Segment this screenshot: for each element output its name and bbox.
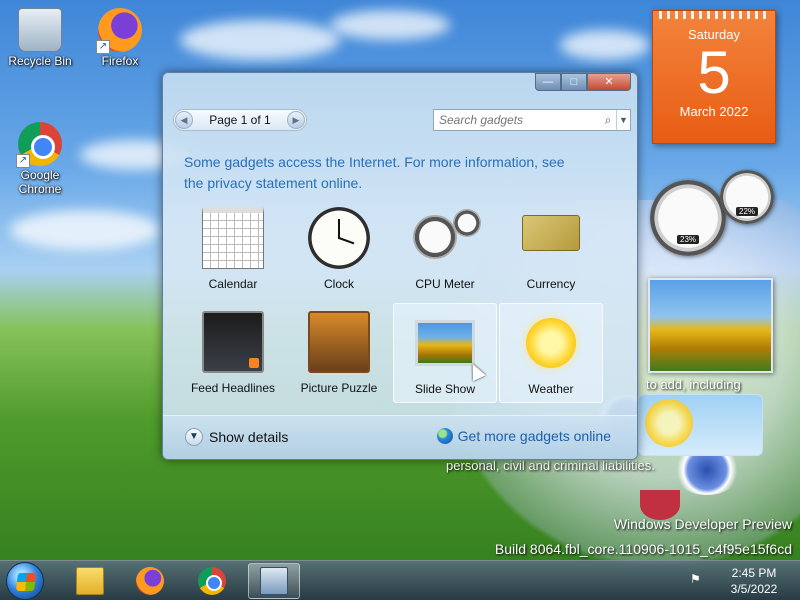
calendar-day-number: 5	[697, 39, 731, 106]
cloud	[330, 10, 450, 40]
gallery-footer: ▼ Show details Get more gadgets online	[163, 415, 637, 459]
action-center-flag-icon[interactable]: ⚑	[690, 572, 704, 586]
desktop-icon-google-chrome[interactable]: ↗ Google Chrome	[2, 122, 78, 196]
cpu-meter-gadget-icon	[413, 215, 457, 259]
gadget-tile-cpu-meter[interactable]: CPU Meter	[393, 199, 497, 299]
get-more-gadgets-link[interactable]: Get more gadgets online	[436, 428, 611, 444]
memory-percent: 22%	[735, 207, 759, 216]
weather-gadget-icon	[526, 318, 576, 368]
calendar-gadget-icon	[202, 207, 264, 269]
search-icon[interactable]: ⌕	[600, 113, 616, 128]
build-watermark-build: Build 8064.fbl_core.110906-1015_c4f95e15…	[494, 541, 792, 557]
gadget-gallery-window: — □ ✕ ◀ Page 1 of 1 ▶ ⌕ ▼ Some gadgets a…	[162, 72, 638, 460]
folder-icon	[76, 567, 104, 595]
recycle-bin-icon	[18, 8, 62, 52]
taskbar	[0, 560, 800, 600]
search-box: ⌕ ▼	[433, 109, 631, 131]
chevron-right-icon[interactable]: ▶	[286, 111, 305, 129]
maximize-button[interactable]: □	[561, 73, 587, 91]
get-more-gadgets-label: Get more gadgets online	[457, 428, 611, 444]
gadget-label: Currency	[526, 277, 576, 291]
gadget-tile-currency[interactable]: Currency	[499, 199, 603, 299]
wallpaper-text: to add, including	[646, 377, 741, 392]
currency-gadget-icon	[522, 215, 580, 251]
clock-time: 2:45 PM	[731, 566, 777, 580]
gadget-label: Weather	[528, 382, 574, 396]
taskbar-item-explorer[interactable]	[64, 563, 116, 599]
privacy-notice-link[interactable]: the privacy statement online.	[184, 173, 614, 194]
chevron-down-icon: ▼	[185, 428, 203, 446]
gadget-tile-slide-show[interactable]: Slide Show	[393, 303, 497, 403]
clock-gadget-icon	[308, 207, 370, 269]
sun-icon	[645, 399, 693, 447]
shortcut-arrow-icon: ↗	[96, 40, 110, 54]
show-details-label: Show details	[209, 429, 289, 445]
picture-puzzle-gadget-icon	[308, 311, 370, 373]
cpu-percent: 23%	[676, 235, 700, 244]
memory-dial: 22%	[720, 170, 774, 224]
shortcut-arrow-icon: ↗	[16, 154, 30, 168]
page-indicator: Page 1 of 1	[209, 113, 271, 127]
gadget-label: Calendar	[208, 277, 258, 291]
page-navigator: ◀ Page 1 of 1 ▶	[173, 109, 307, 131]
gadget-tile-picture-puzzle[interactable]: Picture Puzzle	[287, 303, 391, 403]
firefox-icon	[136, 567, 164, 595]
gadget-label: Clock	[323, 277, 354, 291]
desktop-icon-recycle-bin[interactable]: Recycle Bin	[2, 8, 78, 68]
chrome-icon	[198, 567, 226, 595]
gadget-label: CPU Meter	[415, 277, 475, 291]
privacy-notice-line[interactable]: Some gadgets access the Internet. For mo…	[184, 152, 614, 173]
calendar-month-year: March 2022	[679, 104, 749, 119]
close-button[interactable]: ✕	[587, 73, 631, 91]
taskbar-clock[interactable]: 2:45 PM 3/5/2022	[714, 565, 794, 597]
desktop-icon-label: Recycle Bin	[8, 54, 72, 68]
gadget-tile-clock[interactable]: Clock	[287, 199, 391, 299]
desktop-icon-firefox[interactable]: ↗ Firefox	[82, 8, 158, 68]
cloud	[560, 30, 650, 60]
gadget-label: Feed Headlines	[190, 381, 276, 395]
chevron-down-icon[interactable]: ▼	[616, 110, 630, 130]
cpu-dial: 23%	[650, 180, 726, 256]
privacy-notice: Some gadgets access the Internet. For mo…	[184, 152, 614, 194]
taskbar-item-gadgets[interactable]	[248, 563, 300, 599]
feed-headlines-gadget-icon	[202, 311, 264, 373]
globe-icon	[436, 428, 453, 444]
cpu-meter-gadget[interactable]: 23% 22%	[650, 170, 776, 260]
firefox-icon: ↗	[96, 8, 142, 54]
gadget-tile-weather[interactable]: Weather	[499, 303, 603, 403]
gadget-tile-feed-headlines[interactable]: Feed Headlines	[181, 303, 285, 403]
weather-gadget[interactable]	[638, 394, 763, 456]
calendar-gadget[interactable]: Saturday 5 March 2022	[652, 10, 776, 144]
windows-logo-icon	[16, 573, 36, 591]
taskbar-item-chrome[interactable]	[186, 563, 238, 599]
search-input[interactable]	[439, 111, 600, 129]
memory-meter-icon	[453, 209, 481, 237]
desktop-icon-label: Firefox	[101, 54, 139, 68]
build-watermark-title: Windows Developer Preview	[613, 516, 792, 532]
taskbar-item-firefox[interactable]	[124, 563, 176, 599]
slide-show-gadget[interactable]	[648, 278, 773, 373]
calendar-rings	[659, 11, 769, 19]
cloud	[180, 20, 340, 60]
gadget-label: Picture Puzzle	[300, 381, 378, 395]
minimize-button[interactable]: —	[535, 73, 561, 91]
gadget-label: Slide Show	[414, 382, 476, 396]
desktop-icon-label: Google Chrome	[18, 168, 62, 196]
gadget-tile-calendar[interactable]: Calendar	[181, 199, 285, 299]
chrome-icon: ↗	[16, 122, 62, 168]
start-button[interactable]	[6, 562, 44, 600]
cloud	[10, 210, 160, 250]
chevron-left-icon[interactable]: ◀	[175, 111, 193, 129]
wallpaper-text: personal, civil and criminal liabilities…	[446, 458, 655, 473]
gadgets-icon	[260, 567, 288, 595]
clock-date: 3/5/2022	[730, 582, 778, 596]
show-details-button[interactable]: ▼ Show details	[185, 428, 288, 446]
gadget-grid: Calendar Clock CPU Meter Currency Feed H…	[181, 199, 621, 403]
slide-show-gadget-icon	[415, 320, 475, 366]
window-controls: — □ ✕	[535, 73, 631, 91]
